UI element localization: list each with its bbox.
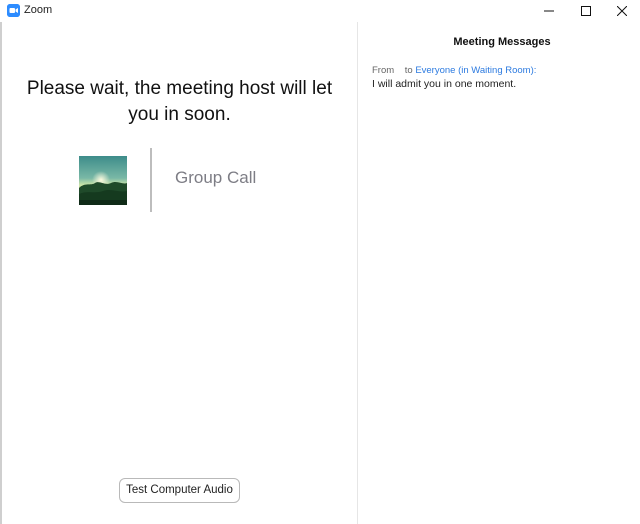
close-button[interactable] [604,0,640,22]
waiting-message: Please wait, the meeting host will let y… [26,78,333,125]
message-to-prefix: to [404,65,413,76]
minimize-button[interactable] [531,0,567,22]
maximize-icon [581,6,591,16]
close-icon [617,6,627,16]
message-from-label: From [372,65,395,76]
messages-title: Meeting Messages [453,36,551,48]
vertical-separator [150,148,152,212]
maximize-button[interactable] [568,0,604,22]
minimize-icon [544,6,554,16]
title-bar: Zoom [0,0,640,22]
message-text: I will admit you in one moment. [372,78,517,90]
message-meta: From to Everyone (in Waiting Room): [372,65,536,76]
zoom-logo-icon [7,4,20,17]
window-title: Zoom [24,4,53,16]
message-recipient-link[interactable]: Everyone (in Waiting Room): [415,65,536,76]
meeting-messages-panel: Meeting Messages From to Everyone (in Wa… [358,22,640,524]
meeting-thumbnail-image [79,156,127,205]
meeting-name: Group Call [175,168,257,187]
waiting-room-pane: Please wait, the meeting host will let y… [2,22,357,524]
test-computer-audio-button[interactable]: Test Computer Audio [119,478,240,503]
